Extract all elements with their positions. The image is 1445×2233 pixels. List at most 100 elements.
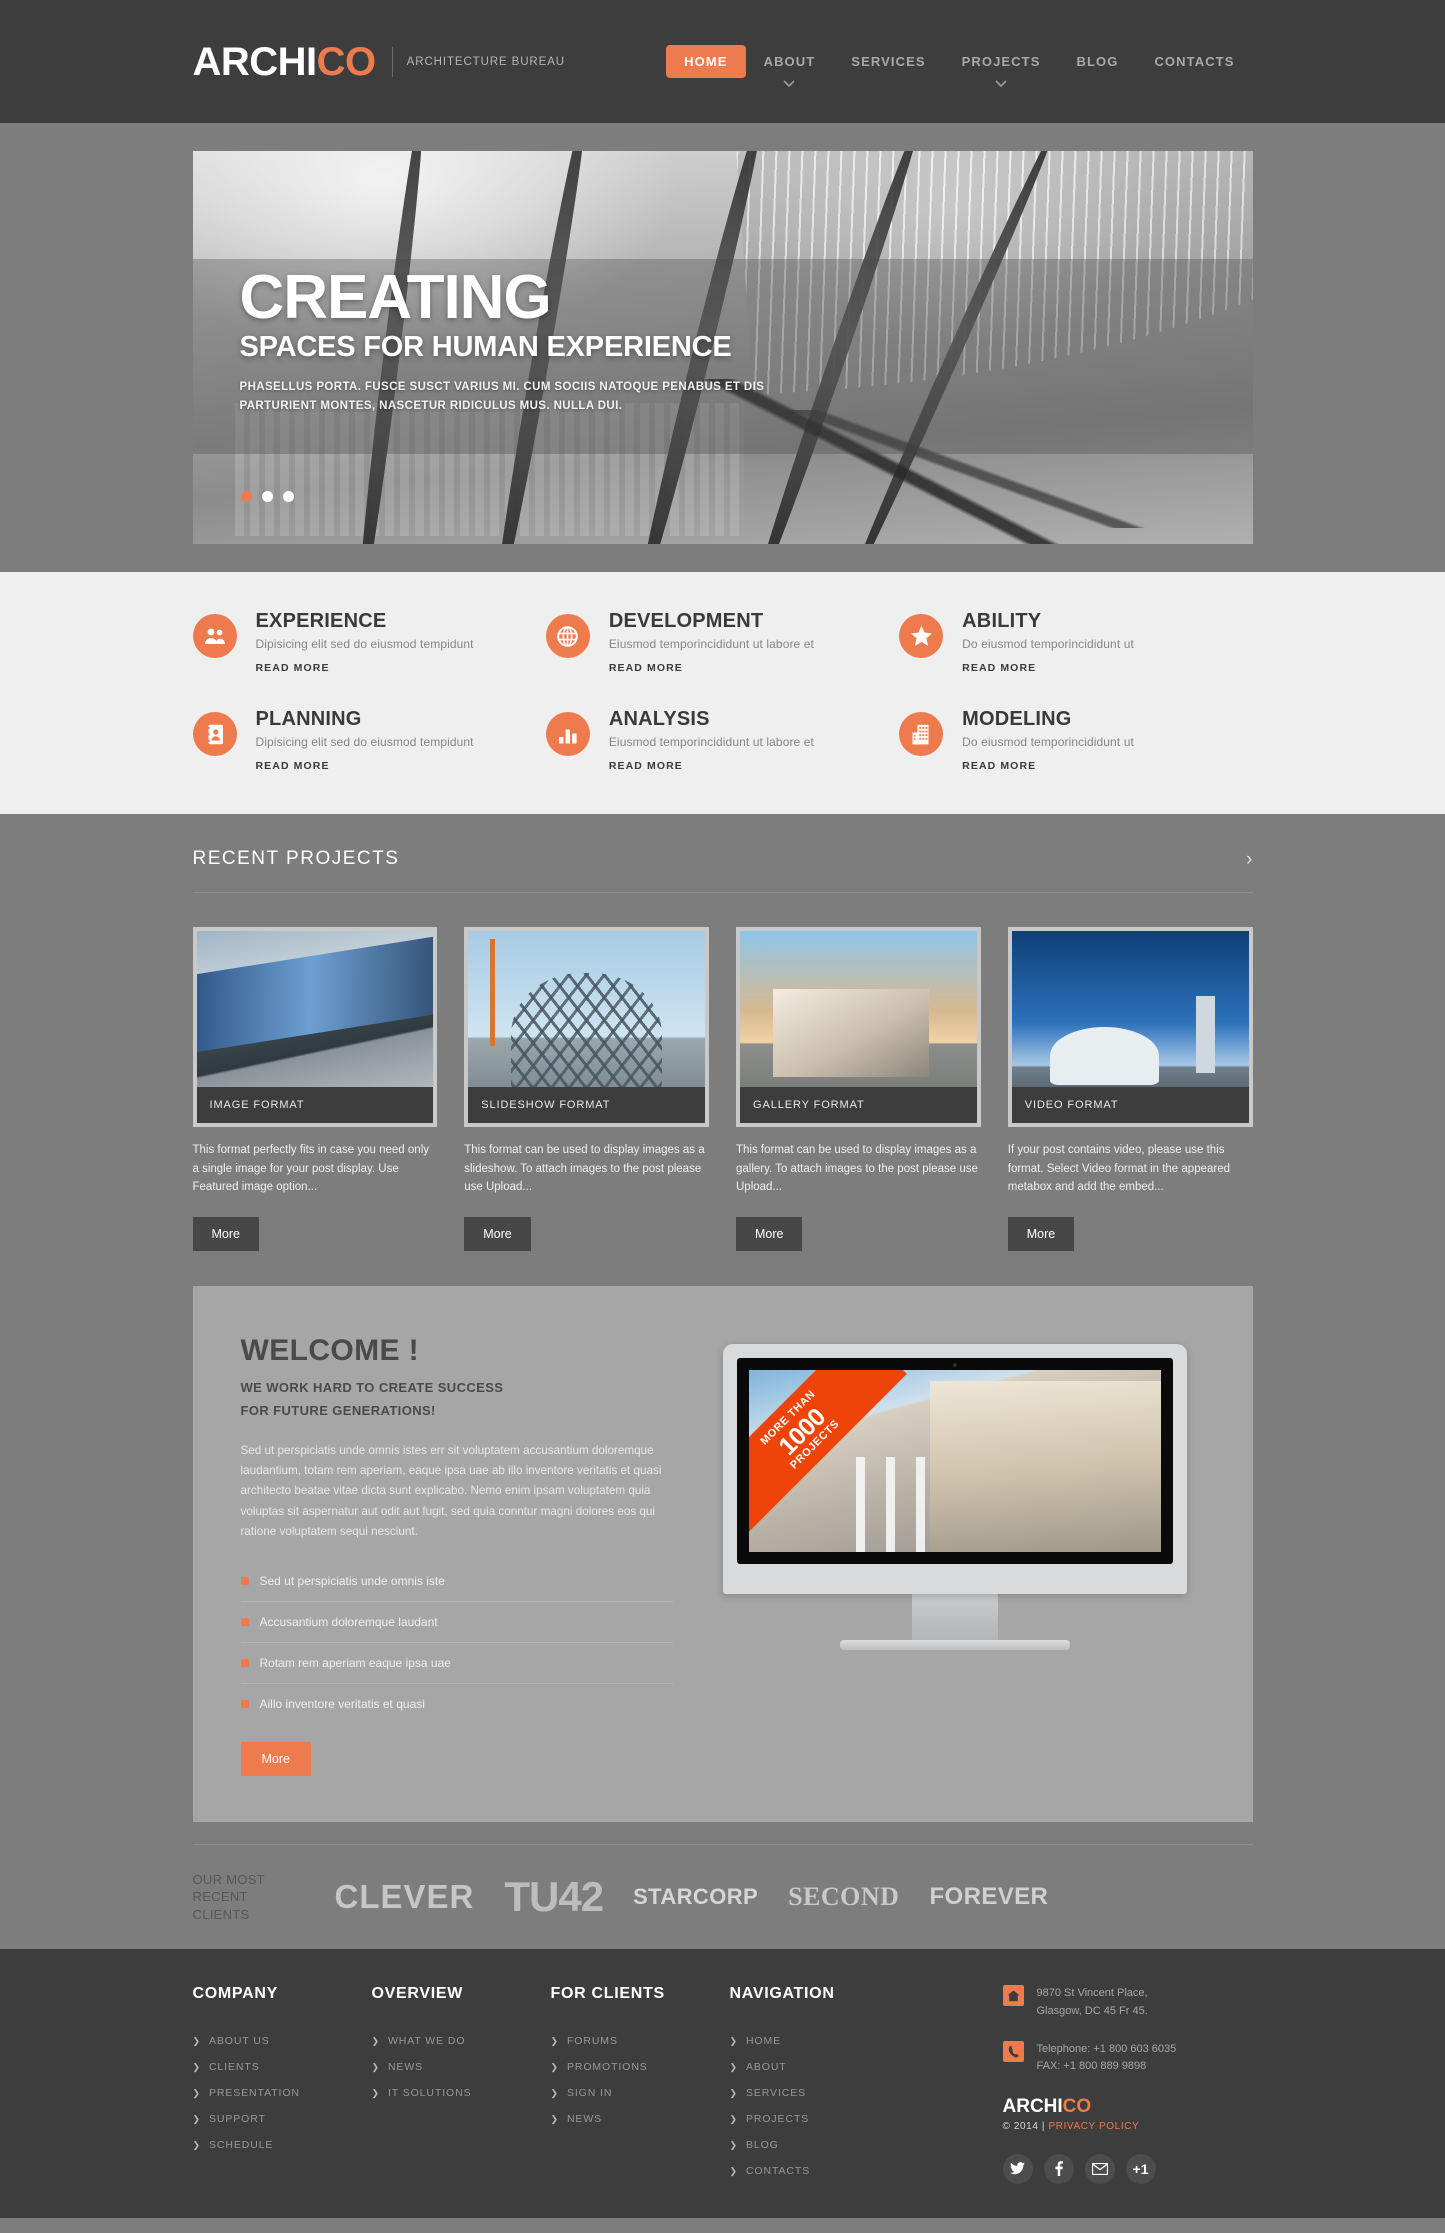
footer-link[interactable]: ❯ HOME: [730, 2028, 930, 2054]
chevron-right-icon: ❯: [192, 2139, 201, 2150]
list-item[interactable]: Accusantium doloremque laudant: [240, 1602, 673, 1643]
slider-dot-1[interactable]: [240, 491, 252, 502]
copyright-text: © 2014 |: [1002, 2120, 1049, 2132]
clients-label-line1: OUR MOST: [192, 1871, 265, 1887]
footer-link[interactable]: ❯ ABOUT US: [193, 2028, 372, 2054]
footer-link[interactable]: ❯ SIGN IN: [551, 2080, 730, 2106]
list-item[interactable]: Sed ut perspiciatis unde omnis iste: [240, 1561, 673, 1602]
hero-paragraph: PHASELLUS PORTA. FUSCE SUSCT VARIUS MI. …: [239, 380, 765, 412]
welcome-subheading: WE WORK HARD TO CREATE SUCCESS FOR FUTUR…: [241, 1377, 673, 1423]
project-card[interactable]: VIDEO FORMAT If your post contains video…: [1007, 927, 1253, 1251]
service-title: PLANNING: [255, 708, 362, 730]
client-logo-clever[interactable]: CLEVER: [335, 1878, 475, 1916]
client-logo-forever[interactable]: FOREVER: [929, 1883, 1048, 1911]
project-card[interactable]: IMAGE FORMAT This format perfectly fits …: [192, 927, 438, 1251]
next-arrow-icon[interactable]: ›: [1246, 850, 1252, 869]
footer-link[interactable]: ❯ FORUMS: [551, 2028, 730, 2054]
project-caption: VIDEO FORMAT: [1011, 1087, 1249, 1123]
footer-link[interactable]: ❯ CLIENTS: [193, 2054, 372, 2080]
chevron-right-icon: ❯: [192, 2061, 201, 2072]
nav-item-projects[interactable]: PROJECTS: [944, 45, 1059, 87]
footer-link-label: IT SOLUTIONS: [387, 2087, 472, 2100]
project-more-button[interactable]: More: [464, 1217, 531, 1251]
monitor-base: [839, 1640, 1070, 1650]
footer-link[interactable]: ❯ ABOUT: [730, 2054, 930, 2080]
service-card-analysis[interactable]: ANALYSIS Eiusmod temporincididunt ut lab…: [545, 708, 899, 774]
google-plus-icon[interactable]: +1: [1125, 2153, 1156, 2184]
chevron-right-icon: ❯: [729, 2035, 738, 2046]
chevron-right-icon: ❯: [550, 2113, 559, 2124]
project-thumbnail[interactable]: SLIDESHOW FORMAT: [464, 927, 709, 1127]
welcome-more-button[interactable]: More: [240, 1741, 311, 1776]
client-logo-starcorp[interactable]: STARCORP: [633, 1884, 758, 1910]
service-read-more[interactable]: READ MORE: [256, 760, 330, 772]
service-card-development[interactable]: DEVELOPMENT Eiusmod temporincididunt ut …: [545, 610, 899, 676]
site-logo[interactable]: ARCHICO ARCHITECTURE BUREAU: [193, 42, 565, 82]
project-card[interactable]: GALLERY FORMAT This format can be used t…: [736, 927, 981, 1251]
service-read-more[interactable]: READ MORE: [962, 662, 1036, 674]
project-caption: GALLERY FORMAT: [740, 1087, 977, 1123]
list-item-label: Accusantium doloremque laudant: [259, 1614, 438, 1629]
footer-link[interactable]: ❯ NEWS: [372, 2054, 551, 2080]
hero-heading: CREATING: [239, 263, 552, 332]
service-card-experience[interactable]: EXPERIENCE Dipisicing elit sed do eiusmo…: [192, 610, 546, 676]
slider-dot-2[interactable]: [261, 491, 273, 502]
footer-link-label: NEWS: [387, 2061, 424, 2074]
chevron-right-icon: ❯: [371, 2087, 380, 2098]
project-thumbnail[interactable]: VIDEO FORMAT: [1007, 927, 1253, 1127]
screen-image: MORE THAN 1000 PROJECTS: [748, 1370, 1161, 1552]
mail-icon[interactable]: [1084, 2153, 1115, 2184]
nav-item-blog[interactable]: BLOG: [1058, 45, 1136, 78]
project-card[interactable]: SLIDESHOW FORMAT This format can be used…: [464, 927, 709, 1251]
camera-icon: [952, 1363, 957, 1367]
service-read-more[interactable]: READ MORE: [256, 662, 330, 674]
footer-logo[interactable]: ARCHICO: [1003, 2096, 1253, 2118]
project-more-button[interactable]: More: [192, 1217, 259, 1251]
service-card-modeling[interactable]: MODELING Do eiusmod temporincididunt ut …: [899, 708, 1252, 774]
client-logo-second[interactable]: SECOND: [788, 1882, 899, 1912]
chevron-right-icon: ❯: [550, 2061, 559, 2072]
service-read-more[interactable]: READ MORE: [609, 760, 683, 772]
chevron-right-icon: ❯: [729, 2139, 738, 2150]
project-description: This format perfectly fits in case you n…: [192, 1144, 430, 1194]
nav-item-contacts[interactable]: CONTACTS: [1136, 45, 1252, 78]
service-card-ability[interactable]: ABILITY Do eiusmod temporincididunt ut R…: [899, 610, 1252, 676]
nav-item-services[interactable]: SERVICES: [833, 45, 943, 78]
hero-slider: CREATING SPACES FOR HUMAN EXPERIENCE PHA…: [192, 151, 1253, 544]
service-desc: Do eiusmod temporincididunt ut: [962, 637, 1134, 651]
privacy-policy-link[interactable]: PRIVACY POLICY: [1048, 2121, 1139, 2132]
project-thumbnail[interactable]: IMAGE FORMAT: [192, 927, 438, 1127]
bullet-icon: [240, 1699, 249, 1708]
service-read-more[interactable]: READ MORE: [609, 662, 683, 674]
logo-accent-text: CO: [316, 39, 377, 84]
twitter-icon[interactable]: [1002, 2153, 1033, 2184]
facebook-icon[interactable]: [1043, 2153, 1074, 2184]
bar-chart-icon: [545, 712, 590, 756]
nav-item-home[interactable]: HOME: [666, 45, 746, 78]
footer-link[interactable]: ❯ CONTACTS: [730, 2158, 930, 2184]
footer-link[interactable]: ❯ IT SOLUTIONS: [372, 2080, 551, 2106]
project-thumbnail[interactable]: GALLERY FORMAT: [736, 927, 981, 1127]
footer-link[interactable]: ❯ PROJECTS: [730, 2106, 930, 2132]
footer-link[interactable]: ❯ PROMOTIONS: [551, 2054, 730, 2080]
project-more-button[interactable]: More: [736, 1217, 803, 1251]
nav-item-about[interactable]: ABOUT: [746, 45, 834, 87]
footer-link[interactable]: ❯ SUPPORT: [193, 2106, 372, 2132]
users-icon: [192, 614, 237, 658]
footer-link[interactable]: ❯ PRESENTATION: [193, 2080, 372, 2106]
service-read-more[interactable]: READ MORE: [962, 760, 1036, 772]
footer-link[interactable]: ❯ SCHEDULE: [193, 2132, 372, 2158]
footer-link[interactable]: ❯ WHAT WE DO: [372, 2028, 551, 2054]
footer-heading: OVERVIEW: [371, 1985, 464, 2003]
client-logo-tu42[interactable]: TU42: [504, 1873, 604, 1921]
footer-link[interactable]: ❯ SERVICES: [730, 2080, 930, 2106]
footer-link-label: PROJECTS: [745, 2113, 810, 2126]
footer-link[interactable]: ❯ NEWS: [551, 2106, 730, 2132]
list-item[interactable]: Rotam rem aperiam eaque ipsa uae: [240, 1643, 673, 1684]
service-card-planning[interactable]: PLANNING Dipisicing elit sed do eiusmod …: [192, 708, 546, 774]
project-more-button[interactable]: More: [1007, 1217, 1075, 1251]
list-item[interactable]: Aillo inventore veritatis et quasi: [240, 1684, 673, 1724]
monitor-screen: MORE THAN 1000 PROJECTS: [736, 1358, 1173, 1564]
footer-link[interactable]: ❯ BLOG: [730, 2132, 930, 2158]
slider-dot-3[interactable]: [282, 491, 294, 502]
